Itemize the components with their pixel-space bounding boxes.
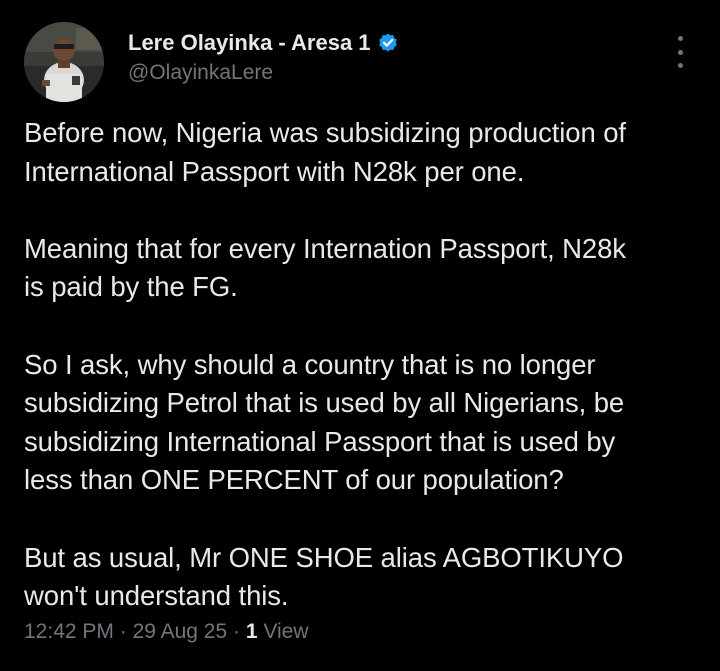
more-dot (677, 49, 683, 55)
profile-photo (24, 22, 104, 102)
tweet-text: Before now, Nigeria was subsidizing prod… (24, 114, 696, 616)
views-label: View (263, 620, 309, 643)
tweet-time[interactable]: 12:42 PM (24, 620, 114, 643)
author-handle[interactable]: @OlayinkaLere (128, 61, 399, 85)
tweet-paragraph: Before now, Nigeria was subsidizing prod… (24, 117, 626, 187)
meta-separator: · (227, 620, 246, 643)
avatar[interactable] (24, 22, 104, 102)
tweet-date[interactable]: 29 Aug 25 (133, 620, 228, 643)
meta-separator: · (113, 620, 133, 643)
display-name-row: Lere Olayinka - Aresa 1 (128, 28, 399, 58)
more-dot (677, 36, 683, 41)
verified-badge-icon (377, 32, 399, 54)
more-vertical-icon[interactable] (674, 36, 686, 68)
tweet-meta: 12:42 PM · 29 Aug 25 · 1 View (24, 620, 309, 644)
tweet-header: Lere Olayinka - Aresa 1 @OlayinkaLere (24, 22, 696, 102)
author-names: Lere Olayinka - Aresa 1 @OlayinkaLere (128, 28, 399, 85)
display-name[interactable]: Lere Olayinka - Aresa 1 (128, 30, 371, 56)
tweet-paragraph: But as usual, Mr ONE SHOE alias AGBOTIKU… (24, 541, 624, 612)
more-dot (677, 63, 683, 68)
tweet-paragraph: Meaning that for every Internation Passp… (24, 232, 626, 303)
tweet-paragraph: So I ask, why should a country that is n… (24, 348, 625, 496)
views-count: 1 (245, 620, 258, 643)
tweet: Lere Olayinka - Aresa 1 @OlayinkaLere Be… (0, 0, 720, 671)
